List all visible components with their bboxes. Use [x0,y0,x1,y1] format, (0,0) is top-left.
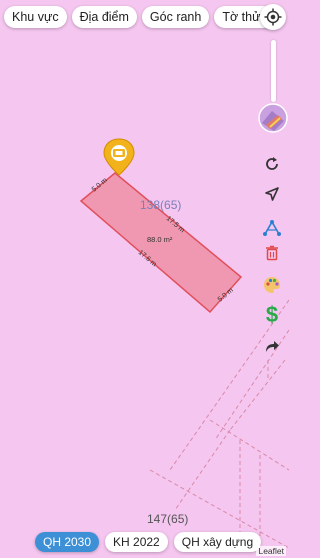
palette-icon [264,277,280,293]
layer-button[interactable] [258,103,288,133]
opacity-slider[interactable] [271,40,276,102]
locate-button[interactable] [260,4,286,30]
parcel-number-label: 138(65) [140,198,181,212]
dollar-icon: $ [266,303,278,325]
delete-icon [266,245,278,261]
filter-khu-vuc[interactable]: Khu vực [4,6,67,28]
refresh-button[interactable] [260,152,284,176]
locate-icon [264,8,282,26]
plan-tabs: QH 2030 KH 2022 QH xây dựng [35,532,262,552]
price-button[interactable]: $ [260,302,284,326]
tab-kh-2022[interactable]: KH 2022 [105,532,168,552]
navigate-button[interactable] [260,182,284,206]
filter-goc-ranh[interactable]: Góc ranh [141,6,210,28]
parcel-number-label: 147(65) [147,512,188,526]
palette-button[interactable] [260,273,284,297]
measure-icon [263,220,281,236]
tab-qh-xay-dung[interactable]: QH xây dựng [173,532,262,552]
navigate-icon [265,187,279,201]
measure-button[interactable] [260,216,284,240]
map-background [0,0,289,558]
share-icon [266,341,279,352]
filter-dia-diem[interactable]: Địa điểm [71,6,137,28]
layer-thumbnail [258,103,288,133]
refresh-icon [266,157,278,170]
delete-button[interactable] [260,241,284,265]
tab-qh-2030[interactable]: QH 2030 [35,532,100,552]
map-canvas[interactable]: 5.0 m 17.5 m 17.6 m 5.0 m 88.0 m² 138(65… [0,0,289,558]
plot-area-label: 88.0 m² [147,235,173,244]
map-attribution[interactable]: Leaflet [256,546,286,556]
svg-text:$: $ [266,303,278,325]
share-button[interactable] [260,334,284,358]
filter-bar: Khu vực Địa điểm Góc ranh Tờ thửa [4,6,276,28]
